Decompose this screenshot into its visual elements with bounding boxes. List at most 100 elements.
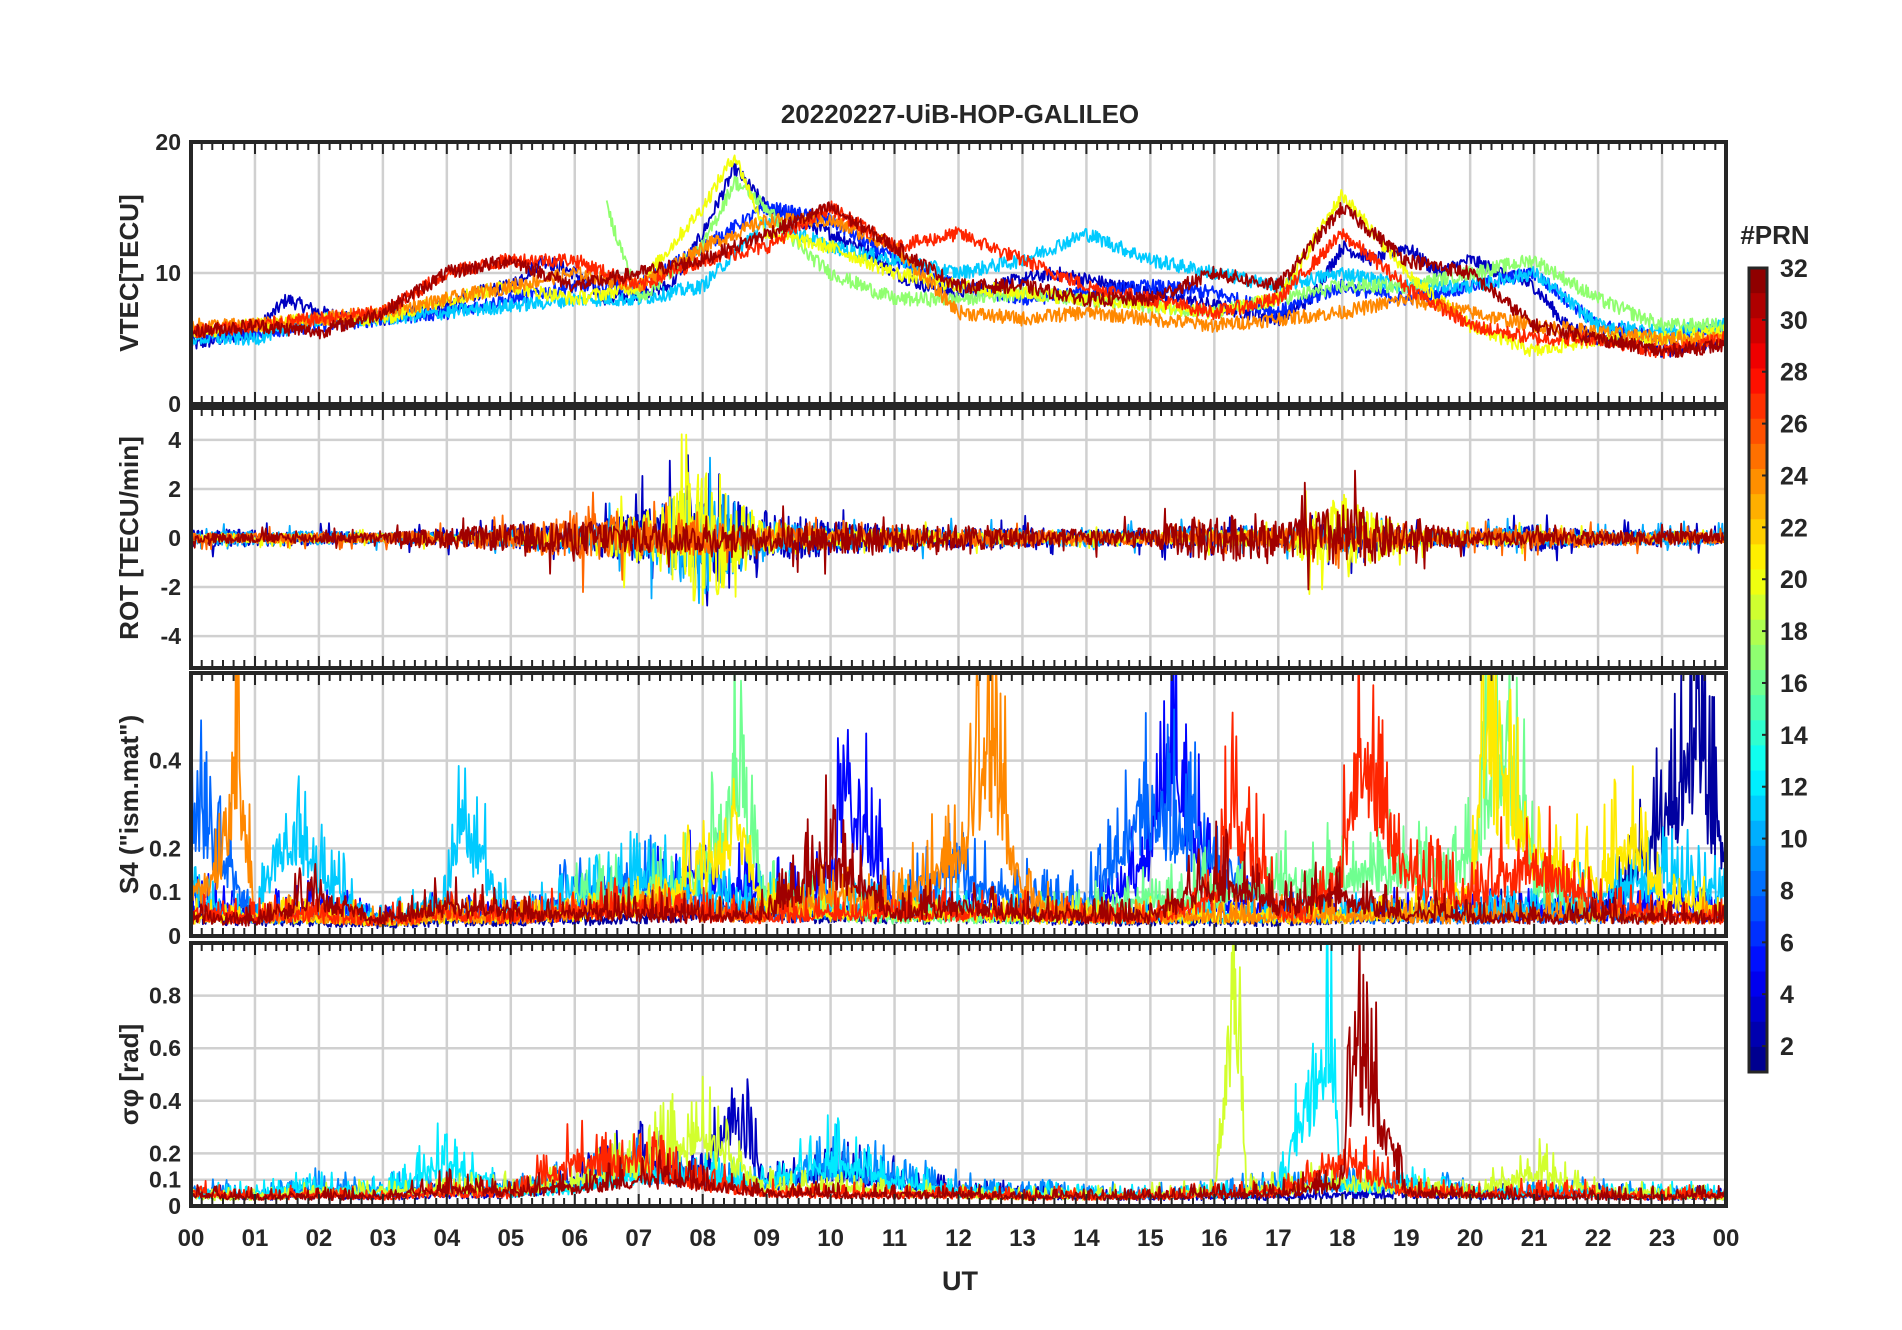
x-tick-label: 00 bbox=[1713, 1225, 1740, 1252]
y-axis-label: ROT [TECU/min] bbox=[114, 436, 144, 640]
colorbar-segment bbox=[1749, 443, 1767, 470]
colorbar-tick-label: 16 bbox=[1780, 670, 1808, 698]
x-tick-label: 21 bbox=[1521, 1225, 1548, 1252]
colorbar-tick-label: 26 bbox=[1780, 411, 1808, 439]
y-tick-label: 0 bbox=[168, 525, 181, 551]
colorbar-segment bbox=[1749, 544, 1767, 571]
colorbar-segment bbox=[1749, 896, 1767, 922]
y-axis-label: S4 ("ism.mat") bbox=[114, 715, 144, 894]
colorbar-segment bbox=[1749, 770, 1767, 797]
x-tick-label: 18 bbox=[1329, 1225, 1356, 1252]
colorbar-segment bbox=[1749, 695, 1767, 721]
colorbar-segment bbox=[1749, 820, 1767, 847]
colorbar-segment bbox=[1749, 569, 1767, 596]
x-tick-label: 22 bbox=[1585, 1225, 1612, 1252]
colorbar-tick-label: 14 bbox=[1780, 722, 1808, 750]
y-tick-label: 0.1 bbox=[149, 1167, 181, 1193]
colorbar-segment bbox=[1749, 720, 1767, 746]
x-tick-label: 02 bbox=[306, 1225, 333, 1252]
x-tick-label: 04 bbox=[433, 1225, 460, 1252]
x-tick-label: 06 bbox=[561, 1225, 588, 1252]
colorbar-segment bbox=[1749, 745, 1767, 772]
colorbar-label: #PRN bbox=[1740, 220, 1809, 250]
colorbar-segment bbox=[1749, 996, 1767, 1023]
x-tick-label: 01 bbox=[242, 1225, 269, 1252]
panel-vtec: 0 10 20 VTEC[TECU] bbox=[114, 129, 1728, 417]
x-tick-label: 14 bbox=[1073, 1225, 1100, 1252]
y-axis-label: VTEC[TECU] bbox=[114, 194, 144, 351]
y-tick-label: 10 bbox=[155, 260, 181, 286]
colorbar-segment bbox=[1749, 469, 1767, 495]
colorbar-tick-label: 24 bbox=[1780, 462, 1808, 490]
y-tick-label: 0 bbox=[168, 1193, 181, 1219]
x-tick-label: 08 bbox=[689, 1225, 716, 1252]
colorbar-tick-label: 10 bbox=[1780, 826, 1808, 854]
colorbar-segment bbox=[1749, 871, 1767, 897]
x-tick-label: 17 bbox=[1265, 1225, 1292, 1252]
colorbar-segment bbox=[1749, 1021, 1767, 1048]
y-axis-label: σφ [rad] bbox=[114, 1024, 144, 1125]
x-tick-label: 00 bbox=[178, 1225, 205, 1252]
y-tick-label: 0.8 bbox=[149, 983, 181, 1009]
x-axis-label: UT bbox=[942, 1266, 978, 1296]
colorbar-segment bbox=[1749, 946, 1767, 973]
panel-s4: 0 0.1 0.2 0.4S4 ("ism.mat") bbox=[114, 671, 1728, 949]
x-tick-label: 12 bbox=[945, 1225, 972, 1252]
colorbar-segment bbox=[1749, 393, 1767, 420]
y-tick-label: 20 bbox=[155, 129, 181, 155]
y-tick-label: 0.1 bbox=[149, 879, 181, 905]
colorbar-segment bbox=[1749, 318, 1767, 344]
colorbar: 2468101214161820222426283032 bbox=[1747, 255, 1808, 1074]
colorbar-segment bbox=[1749, 293, 1767, 319]
colorbar-segment bbox=[1749, 494, 1767, 520]
y-tick-label: 0.2 bbox=[149, 835, 181, 861]
x-axis: 00 01 02 03 04 05 06 07 08 09 10 11 12 13 14 15 16 17 18 19… bbox=[178, 1225, 1740, 1252]
y-tick-label: -2 bbox=[161, 574, 181, 600]
colorbar-tick-label: 8 bbox=[1780, 877, 1794, 905]
y-tick-label: 0 bbox=[168, 923, 181, 949]
y-tick-label: 0.2 bbox=[149, 1140, 181, 1166]
colorbar-segment bbox=[1749, 1046, 1767, 1073]
x-tick-label: 23 bbox=[1649, 1225, 1676, 1252]
x-tick-label: 16 bbox=[1201, 1225, 1228, 1252]
x-tick-label: 19 bbox=[1393, 1225, 1420, 1252]
colorbar-segment bbox=[1749, 418, 1767, 445]
chart-title: 20220227-UiB-HOP-GALILEO bbox=[781, 99, 1139, 129]
colorbar-segment bbox=[1749, 594, 1767, 621]
y-tick-label: -4 bbox=[161, 623, 182, 649]
colorbar-segment bbox=[1749, 268, 1767, 294]
x-tick-label: 20 bbox=[1457, 1225, 1484, 1252]
y-tick-label: 4 bbox=[168, 427, 181, 453]
colorbar-tick-label: 2 bbox=[1780, 1033, 1794, 1061]
ionospheric-figure: 20220227-UiB-HOP-GALILEO 01020VTEC[TECU]… bbox=[114, 99, 1810, 1296]
x-tick-label: 03 bbox=[370, 1225, 397, 1252]
y-tick-label: 0.4 bbox=[149, 748, 181, 774]
y-tick-label: 2 bbox=[168, 476, 181, 502]
colorbar-tick-label: 30 bbox=[1780, 307, 1808, 335]
colorbar-tick-label: 28 bbox=[1780, 359, 1808, 387]
colorbar-tick-label: 20 bbox=[1780, 566, 1808, 594]
y-tick-label: 0 bbox=[168, 391, 181, 417]
panels: 01020VTEC[TECU]-4-2024ROT [TECU/min]00.1… bbox=[114, 129, 1728, 1219]
colorbar-segment bbox=[1749, 845, 1767, 872]
colorbar-segment bbox=[1749, 343, 1767, 370]
x-tick-label: 15 bbox=[1137, 1225, 1164, 1252]
colorbar-segment bbox=[1749, 619, 1767, 646]
x-tick-label: 05 bbox=[497, 1225, 524, 1252]
colorbar-tick-label: 6 bbox=[1780, 929, 1794, 957]
x-tick-label: 09 bbox=[753, 1225, 780, 1252]
colorbar-segment bbox=[1749, 795, 1767, 822]
x-tick-label: 11 bbox=[882, 1225, 907, 1252]
colorbar-segment bbox=[1749, 644, 1767, 671]
colorbar-tick-label: 12 bbox=[1780, 774, 1808, 802]
colorbar-tick-label: 18 bbox=[1780, 618, 1808, 646]
x-tick-label: 10 bbox=[817, 1225, 844, 1252]
y-tick-label: 0.4 bbox=[149, 1088, 181, 1114]
x-tick-label: 07 bbox=[625, 1225, 652, 1252]
y-tick-label: 0.6 bbox=[149, 1035, 181, 1061]
colorbar-tick-label: 22 bbox=[1780, 514, 1808, 542]
x-tick-label: 13 bbox=[1009, 1225, 1036, 1252]
colorbar-tick-label: 4 bbox=[1780, 981, 1794, 1009]
colorbar-segment bbox=[1749, 519, 1767, 545]
colorbar-tick-label: 32 bbox=[1780, 255, 1808, 283]
